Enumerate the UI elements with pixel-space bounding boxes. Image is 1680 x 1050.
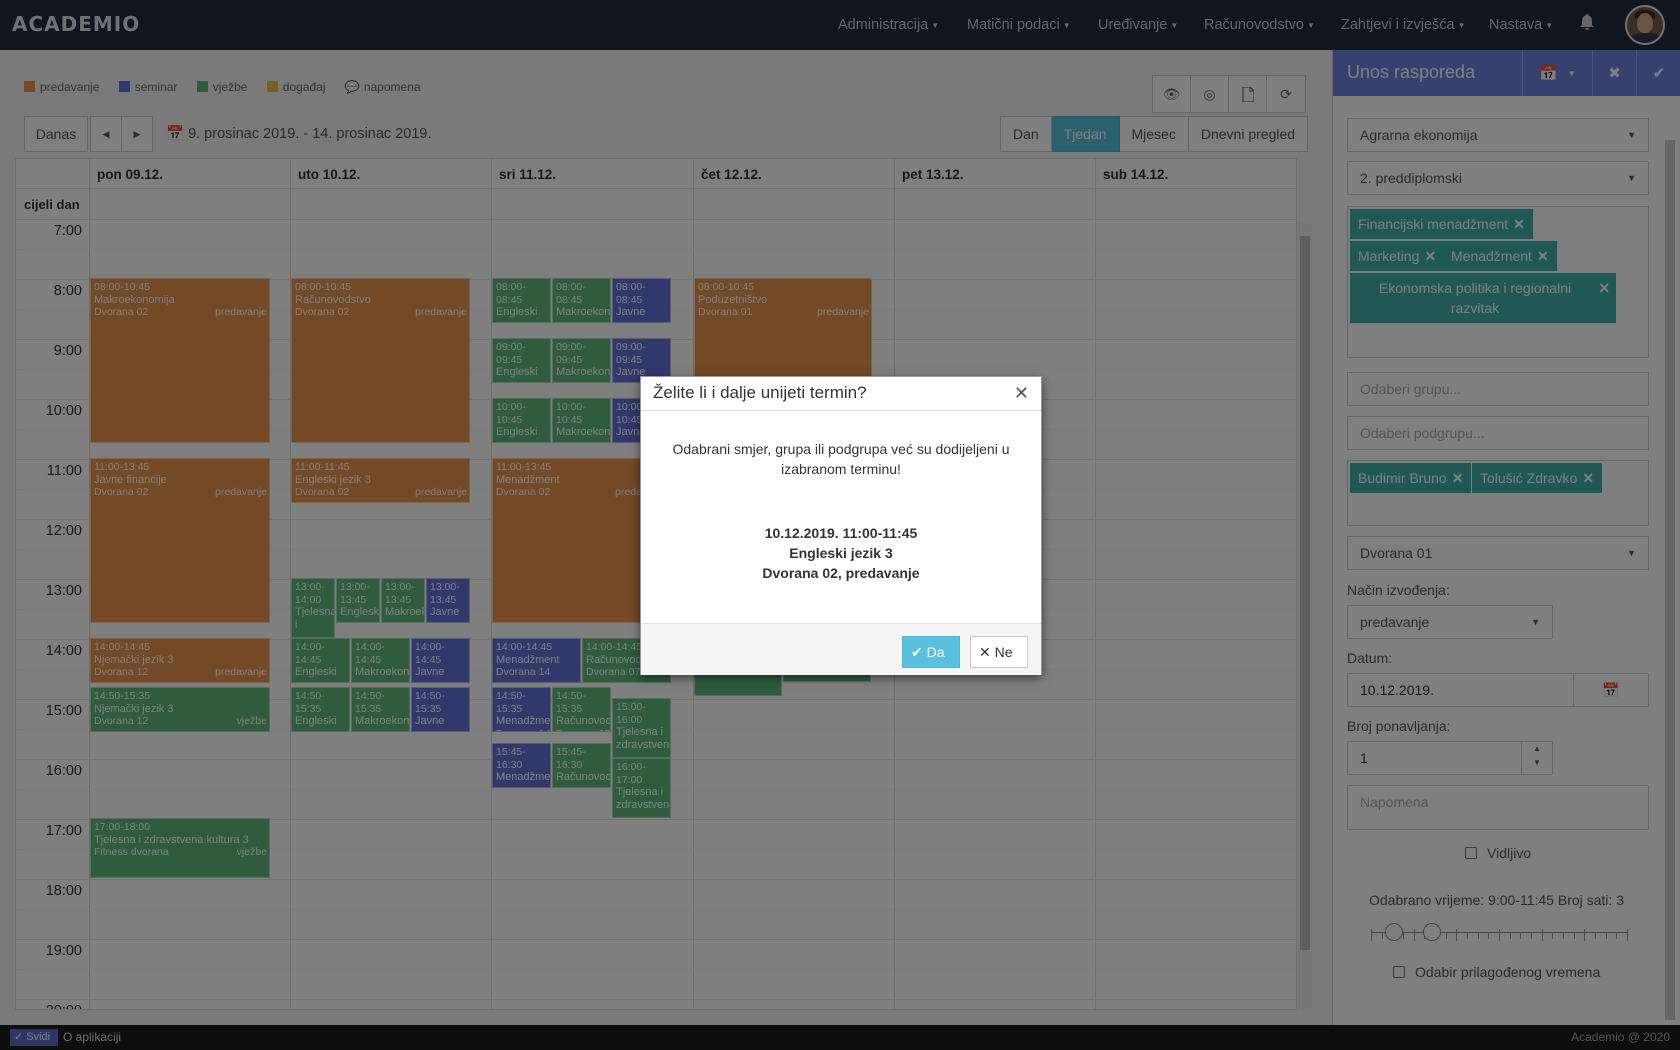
dialog-body: Odabrani smjer, grupa ili podgrupa već s…	[641, 411, 1041, 599]
dialog-title: Želite li i dalje unijeti termin?	[653, 383, 867, 402]
no-button[interactable]: ✕ Ne	[970, 636, 1028, 668]
detail-room: Dvorana 02, predavanje	[762, 565, 920, 581]
yes-button[interactable]: ✔ Da	[902, 636, 960, 668]
check-icon: ✔	[911, 644, 927, 660]
confirm-dialog: Želite li i dalje unijeti termin? ✕ Odab…	[640, 376, 1042, 675]
dialog-footer: ✔ Da ✕ Ne	[641, 623, 1041, 675]
detail-course: Engleski jezik 3	[789, 545, 893, 561]
close-icon: ✕	[979, 644, 995, 660]
dialog-message: Odabrani smjer, grupa ili podgrupa već s…	[672, 441, 1010, 477]
dialog-detail: 10.12.2019. 11:00-11:45 Engleski jezik 3…	[661, 523, 1021, 583]
detail-datetime: 10.12.2019. 11:00-11:45	[764, 525, 918, 541]
close-icon[interactable]: ✕	[1014, 383, 1029, 404]
dialog-header: Želite li i dalje unijeti termin? ✕	[641, 377, 1041, 411]
